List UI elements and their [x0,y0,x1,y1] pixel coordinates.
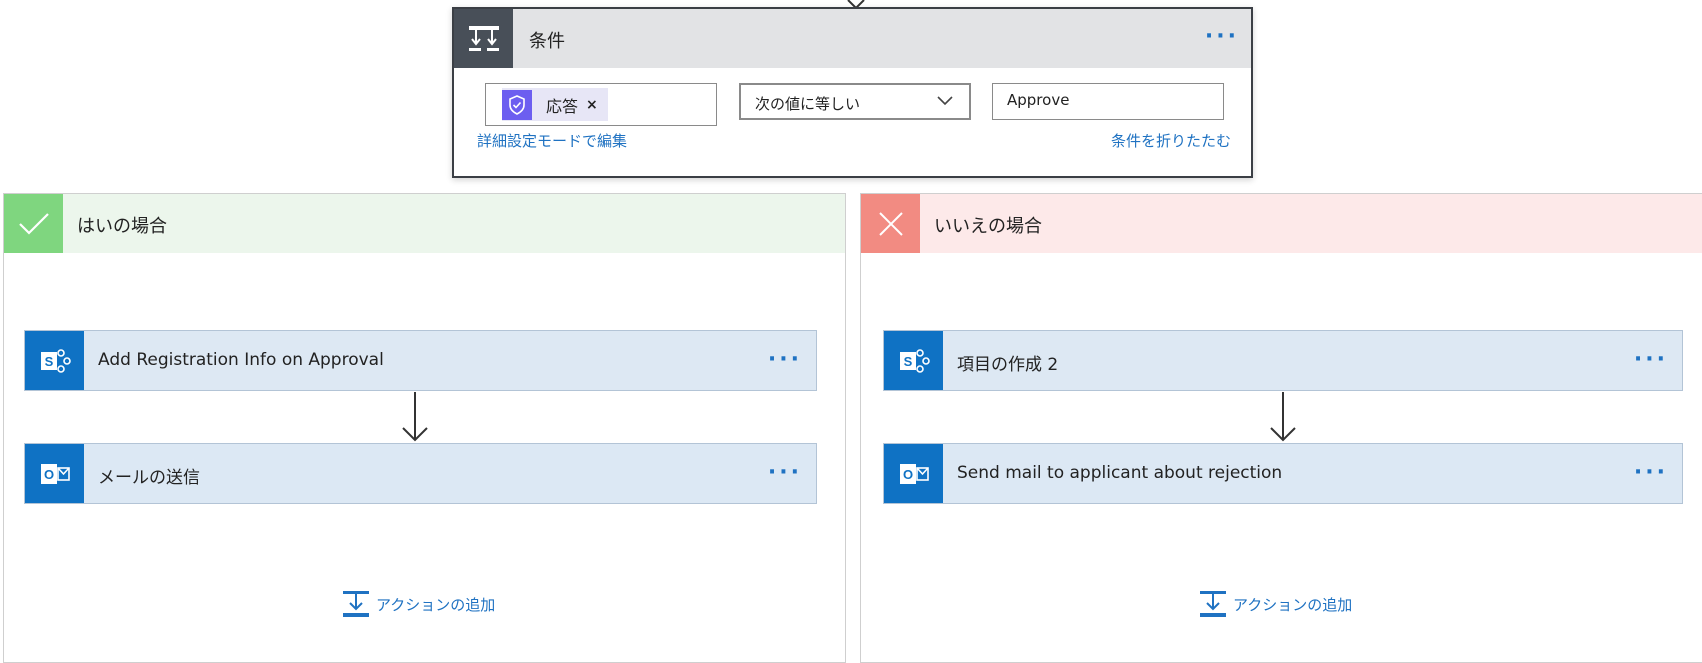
svg-text:S: S [903,354,912,369]
action-more-button[interactable]: ··· [1634,349,1668,371]
condition-card[interactable]: 条件 ··· 応答 × 次の値に等しい Approve 詳細設定モードで編集 条… [452,7,1253,178]
condition-more-button[interactable]: ··· [1205,26,1239,48]
condition-value-input[interactable]: Approve [992,83,1224,120]
add-action-button[interactable]: アクションの追加 [1199,590,1352,618]
operator-value: 次の値に等しい [755,95,861,113]
approval-icon [502,89,532,120]
condition-operator-select[interactable]: 次の値に等しい [739,83,971,120]
svg-text:S: S [44,354,53,369]
advanced-mode-link[interactable]: 詳細設定モードで編集 [477,130,627,151]
checkmark-icon [4,194,63,253]
flow-arrow-down [402,392,428,442]
branch-if-no: いいえの場合 S 項目の作成 2 ··· O Send mail to appl… [860,193,1702,663]
branch-if-yes: はいの場合 S Add Registration Info on Approva… [3,193,846,663]
outlook-icon: O [884,444,943,503]
condition-value: Approve [1007,91,1070,109]
action-card-sharepoint[interactable]: S 項目の作成 2 ··· [883,330,1683,391]
condition-title: 条件 [529,31,565,52]
condition-icon [454,9,513,68]
action-card-outlook[interactable]: O メールの送信 ··· [24,443,817,504]
dynamic-content-token[interactable]: 応答 × [502,88,608,121]
branch-no-title: いいえの場合 [934,216,1042,237]
add-action-icon [1200,591,1226,617]
outlook-icon: O [25,444,84,503]
condition-header[interactable]: 条件 ··· [454,9,1251,68]
action-card-sharepoint[interactable]: S Add Registration Info on Approval ··· [24,330,817,391]
token-label: 応答 [546,96,579,116]
action-label: メールの送信 [98,468,200,488]
action-label: Send mail to applicant about rejection [957,463,1283,483]
sharepoint-icon: S [884,331,943,390]
action-label: 項目の作成 2 [957,355,1059,375]
branch-no-header[interactable]: いいえの場合 [861,194,1702,253]
add-action-label: アクションの追加 [376,595,496,614]
close-icon [861,194,920,253]
condition-left-operand[interactable]: 応答 × [485,83,717,126]
action-card-outlook[interactable]: O Send mail to applicant about rejection… [883,443,1683,504]
action-label: Add Registration Info on Approval [98,350,384,370]
flow-arrow-down [1270,392,1296,442]
chevron-down-icon [937,96,953,106]
action-more-button[interactable]: ··· [768,349,802,371]
svg-text:O: O [902,467,912,482]
add-action-label: アクションの追加 [1233,595,1353,614]
svg-text:O: O [43,467,53,482]
add-action-button[interactable]: アクションの追加 [342,590,495,618]
action-more-button[interactable]: ··· [1634,462,1668,484]
branch-yes-title: はいの場合 [77,216,167,237]
token-remove-button[interactable]: × [586,97,598,113]
action-more-button[interactable]: ··· [768,462,802,484]
sharepoint-icon: S [25,331,84,390]
collapse-condition-link[interactable]: 条件を折りたたむ [1111,130,1231,151]
branch-yes-header[interactable]: はいの場合 [4,194,845,253]
add-action-icon [343,591,369,617]
